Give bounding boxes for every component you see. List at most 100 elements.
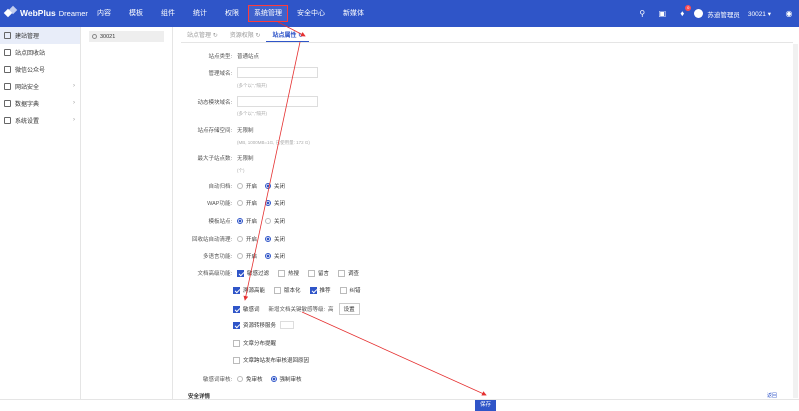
review-force-radio[interactable]: 强制审核: [270, 375, 302, 383]
chevron-right-icon: ›: [73, 100, 75, 106]
radio-label: 开启: [246, 219, 258, 225]
nav-component[interactable]: 组件: [152, 0, 184, 27]
auto-archive-on-radio[interactable]: 开启: [237, 182, 257, 190]
radio-label: 关闭: [274, 254, 286, 260]
dynamic-domain-hint: (多个以","隔开): [237, 111, 267, 116]
radio-dot: [265, 236, 272, 242]
checkbox-box: [233, 356, 240, 364]
radio-dot: [265, 200, 272, 206]
multi-lang-off-radio[interactable]: 关闭: [265, 252, 285, 260]
refresh-icon: ↻: [298, 33, 304, 39]
sensitive-filter-checkbox[interactable]: 敏感过滤: [237, 269, 269, 277]
sidebar-item-system-settings[interactable]: 系统设置 ›: [0, 112, 80, 129]
section-link[interactable]: 返回: [767, 392, 777, 399]
notification-badge: 0: [685, 4, 692, 11]
nav-stats[interactable]: 统计: [184, 0, 216, 27]
doc-push-checkbox[interactable]: 文章跨站发布审核退回原因: [233, 356, 309, 364]
tab-resource-permission[interactable]: 资源权限 ↻: [224, 30, 267, 42]
field-label: 文档高级功能:: [197, 271, 232, 277]
set-button[interactable]: 设置: [338, 303, 360, 315]
app-edition: Dreamer: [58, 8, 88, 18]
row-doc-advanced-2: 溯源高能 版本化 推荐 纠错: [233, 286, 370, 294]
nav-system-admin[interactable]: 系统管理: [248, 5, 288, 22]
sidebar-item-label: 建站管理: [15, 34, 40, 40]
checkbox-label: 留言: [318, 271, 330, 277]
scrollbar[interactable]: [793, 44, 798, 398]
shirt-icon[interactable]: ▣: [657, 9, 667, 19]
sidebar-item-web-security[interactable]: 网站安全 ›: [0, 78, 80, 95]
sensitive-word-checkbox[interactable]: 敏感词: [233, 305, 260, 313]
checkbox-label: 敏感词: [243, 307, 260, 313]
sidebar-item-dictionary[interactable]: 数据字典 ›: [0, 95, 80, 112]
site-tree: 30021: [81, 27, 173, 411]
refresh-icon: ↻: [212, 33, 218, 39]
site-node-icon: [92, 34, 97, 39]
radio-dot: [265, 183, 272, 189]
dynamic-domain-input[interactable]: [237, 96, 318, 107]
nav-security-center[interactable]: 安全中心: [288, 0, 334, 27]
user-name: 苏迪管理员: [707, 11, 740, 19]
radio-dot: [265, 218, 272, 224]
site-selector[interactable]: 30021 ▾: [748, 10, 771, 18]
template-site-off-radio[interactable]: 关闭: [265, 217, 285, 225]
radio-dot: [237, 236, 243, 242]
wap-off-radio[interactable]: 关闭: [265, 199, 285, 207]
site-icon: [4, 32, 11, 39]
resource-sync-checkbox[interactable]: 资源转移服务: [233, 321, 276, 329]
checkbox-label: 文章跨站发布审核退回原因: [243, 358, 310, 364]
admin-domain-input[interactable]: [237, 67, 318, 78]
row-max-child: 最大子站点数: 无限制: [181, 154, 253, 162]
sidebar-item-label: 微信公众号: [15, 68, 46, 74]
radio-label: 开启: [246, 201, 258, 207]
auto-archive-off-radio[interactable]: 关闭: [265, 182, 285, 190]
sidebar-item-label: 数据字典: [15, 102, 40, 108]
checkbox-label: 调查: [348, 271, 360, 277]
tree-node-site[interactable]: 30021: [89, 31, 164, 42]
settings-icon: [4, 117, 11, 124]
checkbox-label: 纠错: [349, 288, 361, 294]
doc-remind-checkbox[interactable]: 文章分布提醒: [233, 339, 276, 347]
checkbox-box: [278, 269, 286, 277]
eye-icon[interactable]: ◉: [784, 9, 794, 19]
survey-checkbox[interactable]: 调查: [338, 269, 359, 277]
checkbox-label: 文章分布提醒: [243, 341, 277, 347]
bell-icon[interactable]: ♦ 0: [677, 4, 692, 19]
template-site-on-radio[interactable]: 开启: [237, 217, 257, 225]
radio-dot: [237, 218, 243, 224]
comment-checkbox[interactable]: 留言: [308, 269, 329, 277]
sidebar-item-site-manage[interactable]: 建站管理: [0, 27, 80, 44]
nav-new-media[interactable]: 新媒体: [334, 0, 373, 27]
save-button[interactable]: 保存: [475, 400, 496, 411]
search-icon[interactable]: ⚲: [637, 9, 647, 19]
sidebar-item-wechat[interactable]: 微信公众号: [0, 61, 80, 78]
tab-site-attributes[interactable]: 站点属性 ↻: [266, 30, 310, 42]
review-none-radio[interactable]: 免审核: [237, 375, 263, 383]
correct-checkbox[interactable]: 纠错: [339, 286, 361, 294]
version-checkbox[interactable]: 版本化: [274, 286, 301, 294]
app-logo[interactable]: WebPlus Dreamer: [3, 5, 88, 19]
radio-dot: [270, 376, 277, 382]
tab-site-manage[interactable]: 站点管理 ↻: [181, 30, 224, 42]
nav-template[interactable]: 模板: [120, 0, 152, 27]
field-label: 多语言功能:: [202, 254, 232, 260]
nav-permission[interactable]: 权限: [216, 0, 248, 27]
recommend-checkbox[interactable]: 推荐: [309, 286, 331, 294]
sidebar: 建站管理 站点回收站 微信公众号 网站安全 › 数据字典 › 系统设置 ›: [0, 27, 81, 411]
sensitive-level-label: 新增文档关键敏感等级:: [268, 307, 326, 313]
row-resource-sync: 资源转移服务: [233, 321, 295, 329]
multi-lang-on-radio[interactable]: 开启: [237, 252, 257, 260]
header-actions: ⚲ ▣ ♦ 0 苏迪管理员 30021 ▾ ◉: [632, 0, 799, 27]
source-trace-checkbox[interactable]: 溯源高能: [233, 286, 265, 294]
recycle-off-radio[interactable]: 关闭: [265, 235, 285, 243]
nav-content[interactable]: 内容: [88, 0, 120, 27]
checkbox-box: [308, 269, 316, 277]
resource-sync-select[interactable]: [280, 321, 295, 329]
sidebar-item-site-recycle[interactable]: 站点回收站: [0, 44, 80, 61]
field-label: 自动归档:: [208, 184, 232, 190]
recycle-on-radio[interactable]: 开启: [237, 235, 257, 243]
hot-search-checkbox[interactable]: 热搜: [278, 269, 299, 277]
user-menu[interactable]: 苏迪管理员: [694, 9, 740, 19]
wap-on-radio[interactable]: 开启: [237, 199, 257, 207]
wechat-icon: [4, 66, 11, 73]
tab-label: 资源权限: [229, 33, 254, 39]
